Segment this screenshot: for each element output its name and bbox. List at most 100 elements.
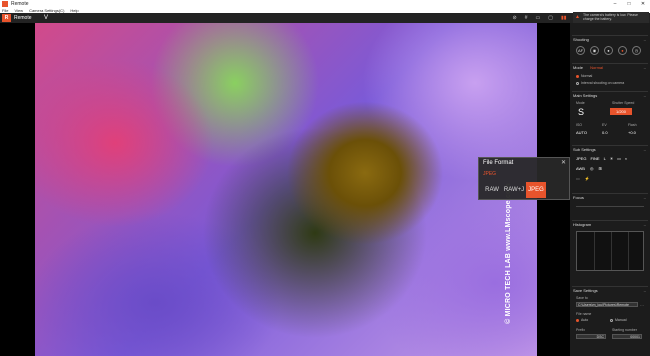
mode-label: Mode (576, 101, 585, 105)
sub-settings-icons: JPEG FINE L ✳ ▭ ◐ (576, 156, 627, 161)
white-balance-icon[interactable]: ✳ (610, 156, 613, 161)
format-option-jpeg[interactable]: JPEG (526, 182, 546, 198)
popup-current-value: JPEG (483, 171, 497, 177)
prefix-field[interactable]: DSC (576, 334, 606, 339)
camera-dropdown[interactable]: V (44, 15, 48, 21)
battery-warning-text: The camera's battery is low. Please char… (583, 13, 638, 21)
format-options: RAW RAW+J JPEG (482, 182, 546, 198)
radio-dot (576, 74, 579, 78)
popup-close-icon[interactable]: ✕ (561, 159, 566, 166)
file-format-icon[interactable]: JPEG (576, 156, 586, 161)
mode-radio-interval[interactable]: Interval shooting on camera (576, 81, 624, 85)
flash-mode-icon[interactable]: ⚡ (585, 176, 590, 181)
radio-label: Manual (615, 318, 627, 322)
section-histogram: Histogram – (572, 220, 648, 284)
mode-label: Mode (573, 65, 584, 70)
window-title: Remote (11, 1, 29, 7)
shutter-label: Shutter Speed (612, 101, 635, 105)
file-format-popup: File Format ✕ JPEG RAW RAW+J JPEG (478, 157, 570, 200)
browse-icon[interactable]: … (640, 302, 644, 307)
maximize-button[interactable]: □ (622, 1, 636, 7)
section-title: Sub Settings (573, 147, 596, 152)
radio-dot (576, 81, 579, 85)
section-title: Shooting (573, 37, 589, 42)
metering-icon[interactable]: ◎ (590, 166, 594, 171)
sub-settings-icons-row2: AWB ◎ ⊞ (576, 166, 602, 171)
collapse-icon[interactable]: – (644, 65, 646, 70)
file-name-radio-manual[interactable]: Manual (610, 318, 626, 322)
ev-value[interactable]: 0.0 (602, 130, 608, 135)
awb-icon[interactable]: AWB (576, 166, 585, 171)
ev-label: EV (602, 123, 607, 127)
file-name-label: File name (576, 312, 592, 316)
prefix-label: Prefix (576, 328, 585, 332)
sub-settings-icons-row3: ▭ ⚡ (576, 176, 590, 181)
histogram-chart (576, 231, 644, 271)
toolbar: R Remote V ⊘ # ▭ ▢ ▮▮ ◘ ⚙ (0, 13, 650, 23)
section-mode: Mode Normal – Normal Interval shooting o… (572, 63, 648, 89)
exposure-mode-value[interactable]: S (578, 107, 584, 117)
shutter-speed-value[interactable]: 1/200 (610, 108, 632, 115)
settings-panel: Shooting – AF ◉ ● ● ◷ Mode Normal – Norm… (570, 23, 650, 356)
section-title: Main Settings (573, 93, 598, 98)
section-sub-settings: Sub Settings – JPEG FINE L ✳ ▭ ◐ AWB ◎ ⊞… (572, 145, 648, 189)
image-size-icon[interactable]: L (604, 156, 606, 161)
radio-dot (610, 318, 613, 322)
grid-icon[interactable]: # (525, 15, 528, 21)
stabilizer-icon[interactable]: ⊞ (598, 166, 601, 171)
close-window-button[interactable]: ✕ (636, 1, 650, 7)
app-icon (2, 1, 8, 7)
save-to-label: Save to (576, 296, 588, 300)
release-icon[interactable]: ◉ (590, 46, 599, 55)
mode-value: Normal (590, 65, 604, 70)
mode-radio-normal[interactable]: Normal (576, 74, 592, 78)
section-title: Focus (573, 195, 584, 200)
starting-number-field[interactable]: 00001 (612, 334, 642, 339)
battery-warning-icon[interactable]: ▮▮ (561, 15, 567, 21)
collapse-icon[interactable]: – (644, 222, 646, 227)
collapse-icon[interactable]: – (644, 147, 646, 152)
section-title: Mode Normal (572, 64, 648, 70)
watermark-text: © MICRO TECH LAB www.LMscope.com (504, 183, 512, 324)
collapse-icon[interactable]: – (644, 288, 646, 293)
zoom-icon[interactable]: ⊘ (513, 15, 517, 21)
radio-label: Auto (581, 318, 589, 322)
section-main-settings: Main Settings – Mode Shutter Speed S 1/2… (572, 91, 648, 141)
collapse-icon[interactable]: – (644, 93, 646, 98)
focus-slider[interactable] (576, 206, 644, 207)
app-name: Remote (14, 15, 32, 21)
focus-frame-icon[interactable]: ▢ (548, 15, 553, 21)
starting-number-label: Starting number (612, 328, 637, 332)
radio-dot (576, 318, 579, 322)
radio-label: Interval shooting on camera (581, 81, 625, 85)
minimize-button[interactable]: – (608, 1, 622, 7)
format-option-raw[interactable]: RAW (482, 182, 502, 198)
af-icon[interactable]: AF (576, 46, 585, 55)
save-to-field[interactable]: C:\Users\m_lou\Pictures\Remote (576, 302, 638, 307)
drive-mode-icon[interactable]: ◐ (625, 156, 627, 161)
shutter-icon[interactable]: ● (604, 46, 613, 55)
radio-label: Normal (581, 74, 593, 78)
live-view-image (35, 23, 537, 356)
iso-value[interactable]: AUTO (576, 130, 587, 135)
popup-title: File Format (483, 160, 514, 166)
aspect-icon[interactable]: ▭ (617, 156, 621, 161)
record-icon[interactable]: ● (618, 46, 627, 55)
fine-icon[interactable]: FINE (590, 156, 599, 161)
timer-icon[interactable]: ◷ (632, 46, 641, 55)
section-title: Histogram (573, 222, 592, 227)
file-name-radio-auto[interactable]: Auto (576, 318, 588, 322)
display-icon[interactable]: ▭ (536, 15, 541, 21)
section-focus: Focus – (572, 193, 648, 217)
section-shooting: Shooting – AF ◉ ● ● ◷ (572, 35, 648, 61)
flash-value[interactable]: +0.0 (628, 130, 636, 135)
window-titlebar: Remote – □ ✕ (0, 0, 650, 8)
iso-label: ISO (576, 123, 583, 127)
bracket-icon[interactable]: ▭ (576, 176, 580, 181)
collapse-icon[interactable]: – (644, 37, 646, 42)
flash-label: Flash (628, 123, 637, 127)
warning-icon: ▲ (575, 14, 580, 20)
format-option-raw-jpeg[interactable]: RAW+J (504, 182, 524, 198)
app-logo: R (2, 14, 11, 22)
collapse-icon[interactable]: – (644, 195, 646, 200)
